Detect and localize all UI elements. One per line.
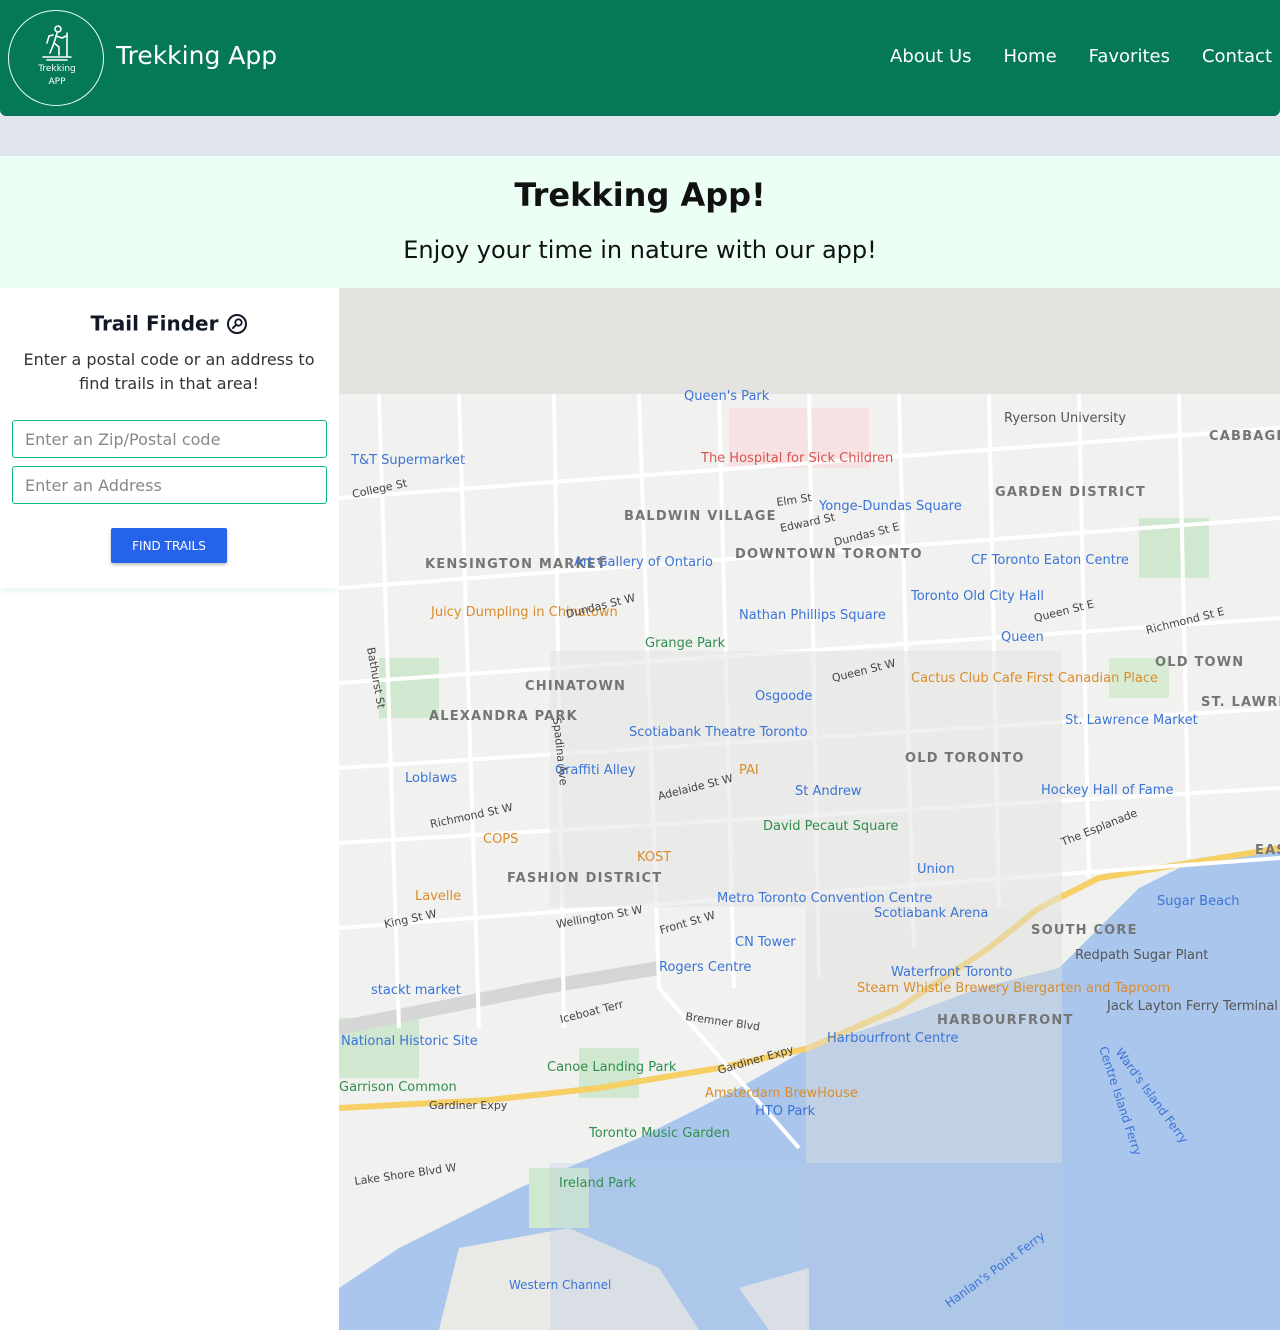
map-label-baldwin[interactable]: BALDWIN VILLAGE bbox=[624, 509, 777, 524]
map-label-eaton[interactable]: CF Toronto Eaton Centre bbox=[971, 553, 1129, 568]
map-label-amsterdam[interactable]: Amsterdam BrewHouse bbox=[705, 1086, 858, 1101]
map-label-harbourfront[interactable]: HARBOURFRONT bbox=[937, 1013, 1074, 1028]
brand-title[interactable]: Trekking App bbox=[116, 41, 277, 70]
map-canvas[interactable]: Queen's Park Ryerson University CABBAGETOW… bbox=[339, 288, 1280, 1330]
map-label-pai[interactable]: PAI bbox=[739, 763, 759, 778]
map-label-loblaws[interactable]: Loblaws bbox=[405, 771, 457, 786]
trail-finder-description: Enter a postal code or an address to fin… bbox=[23, 350, 315, 393]
map-label-rogers[interactable]: Rogers Centre bbox=[659, 960, 751, 975]
map-label-gardiner[interactable]: Gardiner Expy bbox=[429, 1099, 508, 1112]
header-spacer bbox=[0, 116, 1280, 156]
map-label-st-lawrence-market[interactable]: St. Lawrence Market bbox=[1065, 713, 1198, 728]
map-view[interactable]: Queen's Park Ryerson University CABBAGETOW… bbox=[339, 288, 1280, 1330]
trail-finder-panel: Trail Finder Enter a postal code or an a… bbox=[0, 288, 339, 588]
nav-home[interactable]: Home bbox=[1004, 46, 1057, 67]
zip-postal-input[interactable] bbox=[12, 420, 327, 458]
map-label-hospital-sick[interactable]: The Hospital for Sick Children bbox=[700, 451, 893, 466]
map-label-metro[interactable]: Metro Toronto Convention Centre bbox=[717, 891, 932, 906]
map-label-steam-whistle[interactable]: Steam Whistle Brewery Biergarten and Tap… bbox=[857, 981, 1170, 996]
map-label-lavelle[interactable]: Lavelle bbox=[415, 889, 461, 904]
hero-subtitle: Enjoy your time in nature with our app! bbox=[403, 236, 877, 264]
map-label-hto[interactable]: HTO Park bbox=[755, 1104, 816, 1119]
find-trails-button[interactable]: FIND TRAILS bbox=[111, 528, 227, 563]
map-label-nathan-phillips[interactable]: Nathan Phillips Square bbox=[739, 608, 886, 623]
trail-finder-heading: Trail Finder bbox=[0, 310, 339, 336]
hero-title: Trekking App! bbox=[514, 176, 766, 214]
map-label-hockey[interactable]: Hockey Hall of Fame bbox=[1041, 783, 1173, 798]
map-label-ryerson[interactable]: Ryerson University bbox=[1004, 411, 1126, 426]
map-label-queen-station[interactable]: Queen bbox=[1001, 630, 1044, 645]
map-label-jack-layton[interactable]: Jack Layton Ferry Terminal bbox=[1106, 999, 1278, 1014]
trail-finder-title: Trail Finder bbox=[90, 311, 219, 336]
map-label-grange-park[interactable]: Grange Park bbox=[645, 636, 726, 651]
map-label-canoe[interactable]: Canoe Landing Park bbox=[547, 1060, 677, 1075]
map-label-redpath[interactable]: Redpath Sugar Plant bbox=[1075, 948, 1208, 963]
top-navbar: Trekking APP Trekking App About Us Home … bbox=[0, 0, 1280, 116]
hiker-logo-icon bbox=[42, 25, 72, 61]
map-label-tt-supermarket[interactable]: T&T Supermarket bbox=[350, 453, 465, 468]
map-label-chinatown[interactable]: CHINATOWN bbox=[525, 679, 626, 694]
map-label-kost[interactable]: KOST bbox=[637, 850, 671, 865]
map-label-yonge-dundas[interactable]: Yonge-Dundas Square bbox=[818, 499, 962, 514]
app-logo[interactable]: Trekking APP bbox=[8, 10, 104, 106]
map-label-cops[interactable]: COPS bbox=[483, 832, 518, 847]
nav-menu: About Us Home Favorites Contact bbox=[890, 46, 1272, 67]
map-label-garrison[interactable]: Garrison Common bbox=[339, 1080, 457, 1095]
map-label-east[interactable]: EAST bbox=[1255, 843, 1280, 858]
map-label-music-garden[interactable]: Toronto Music Garden bbox=[588, 1126, 730, 1141]
map-label-western-channel[interactable]: Western Channel bbox=[509, 1278, 611, 1292]
address-input[interactable] bbox=[12, 466, 327, 504]
map-label-harbourfront-centre[interactable]: Harbourfront Centre bbox=[827, 1031, 958, 1046]
map-label-old-city-hall[interactable]: Toronto Old City Hall bbox=[910, 589, 1044, 604]
map-label-cabbagetown[interactable]: CABBAGETOWN SOUTH bbox=[1209, 429, 1280, 444]
map-label-union[interactable]: Union bbox=[917, 862, 955, 877]
nav-contact[interactable]: Contact bbox=[1202, 46, 1272, 67]
logo-line1: Trekking bbox=[38, 64, 76, 74]
map-label-garden-district[interactable]: GARDEN DISTRICT bbox=[995, 485, 1146, 500]
map-label-fashion[interactable]: FASHION DISTRICT bbox=[507, 871, 662, 886]
map-label-cn-tower[interactable]: CN Tower bbox=[735, 935, 796, 950]
map-label-queens-park[interactable]: Queen's Park bbox=[684, 389, 770, 404]
map-label-downtown[interactable]: DOWNTOWN TORONTO bbox=[735, 547, 923, 562]
map-label-old-toronto[interactable]: OLD TORONTO bbox=[905, 751, 1025, 766]
map-label-sugar-beach[interactable]: Sugar Beach bbox=[1157, 894, 1239, 909]
nav-favorites[interactable]: Favorites bbox=[1089, 46, 1170, 67]
search-icon bbox=[227, 313, 248, 334]
map-label-st-lawrence[interactable]: ST. LAWRENCE bbox=[1201, 695, 1280, 710]
map-label-ireland-park[interactable]: Ireland Park bbox=[559, 1176, 637, 1191]
map-label-st-andrew[interactable]: St Andrew bbox=[795, 784, 862, 799]
logo-text: Trekking APP bbox=[9, 63, 105, 89]
map-label-cactus[interactable]: Cactus Club Cafe First Canadian Place bbox=[911, 671, 1158, 686]
map-label-stackt[interactable]: stackt market bbox=[371, 983, 461, 998]
map-label-waterfront[interactable]: Waterfront Toronto bbox=[891, 965, 1013, 980]
map-label-national[interactable]: National Historic Site bbox=[341, 1034, 478, 1049]
nav-about-us[interactable]: About Us bbox=[890, 46, 972, 67]
map-label-south-core[interactable]: SOUTH CORE bbox=[1031, 923, 1138, 938]
map-unloaded-area bbox=[339, 288, 1280, 394]
logo-line2: APP bbox=[48, 77, 66, 87]
map-label-david-pecaut[interactable]: David Pecaut Square bbox=[763, 819, 898, 834]
hero-section: Trekking App! Enjoy your time in nature … bbox=[0, 156, 1280, 288]
map-label-ago[interactable]: Art Gallery of Ontario bbox=[574, 555, 713, 570]
map-label-scotiabank-theatre[interactable]: Scotiabank Theatre Toronto bbox=[629, 725, 808, 740]
map-label-old-town[interactable]: OLD TOWN bbox=[1155, 655, 1244, 670]
map-label-scotiabank-arena[interactable]: Scotiabank Arena bbox=[874, 906, 988, 921]
map-label-osgoode[interactable]: Osgoode bbox=[755, 689, 812, 704]
